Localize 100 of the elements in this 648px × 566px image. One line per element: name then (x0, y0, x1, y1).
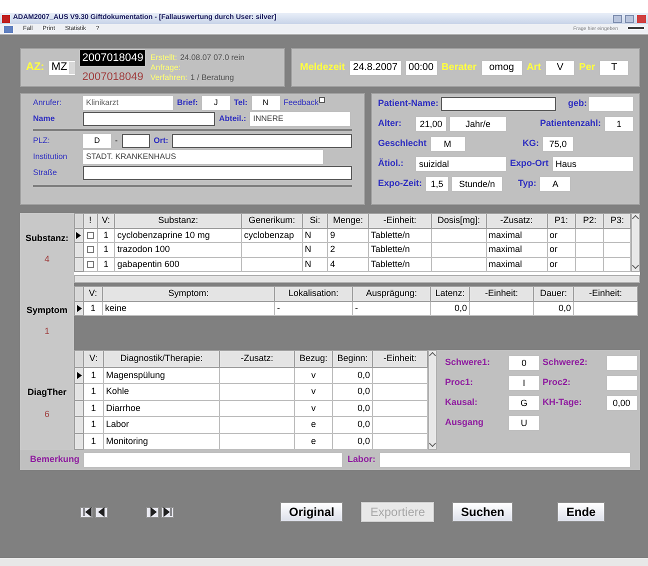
column-header: -Zusatz: (486, 214, 548, 228)
input-field[interactable] (83, 112, 215, 126)
field-label: Institution (33, 151, 68, 163)
action-button[interactable]: Ende (557, 502, 605, 522)
input-field[interactable]: Klinikarzt (83, 96, 173, 110)
input-field[interactable]: INNERE (250, 112, 350, 126)
input-field[interactable] (606, 356, 636, 370)
input-field[interactable] (84, 453, 342, 467)
row-checkbox[interactable] (86, 246, 94, 254)
input-field[interactable]: U (509, 416, 539, 430)
input-field[interactable]: 0 (509, 356, 539, 370)
table-cell: 0,0 (332, 400, 372, 416)
column-header: Symptom: (102, 286, 274, 301)
previous-record-button[interactable] (95, 506, 108, 518)
table-cell: Tablette/n (368, 242, 432, 257)
input-field[interactable] (83, 166, 352, 180)
table-cell: 9 (328, 228, 368, 242)
input-field[interactable]: 75,0 (543, 137, 574, 151)
input-field[interactable] (440, 97, 556, 111)
input-field[interactable]: omog (482, 60, 522, 74)
section-label: Substanz: (25, 232, 68, 244)
input-field[interactable] (589, 97, 633, 111)
previous-record-icon (96, 507, 106, 517)
input-field[interactable]: I (509, 376, 539, 390)
column-header: -Einheit: (470, 286, 534, 301)
table-cell: 0,0 (332, 384, 372, 400)
field-label: Schwere1: (445, 356, 492, 370)
table-cell: 0,0 (332, 367, 372, 384)
section-label: DiagTher (27, 386, 66, 399)
scrollbar[interactable] (428, 350, 437, 450)
input-field[interactable]: suizidal (416, 157, 506, 171)
input-field[interactable] (172, 134, 352, 148)
next-record-button[interactable] (146, 506, 159, 518)
action-button[interactable]: Suchen (452, 502, 514, 522)
column-header: Ausprägung: (352, 286, 430, 301)
column-header: ! (83, 214, 98, 228)
field-label: Verfahren: (150, 72, 188, 82)
input-field[interactable]: A (540, 177, 570, 191)
case-number-field[interactable]: 2007018049 (80, 50, 146, 66)
field-label: AZ: (26, 60, 44, 76)
input-field[interactable]: J (202, 96, 230, 110)
table-cell: Tablette/n (368, 257, 432, 272)
row-checkbox[interactable] (86, 260, 94, 268)
input-field[interactable]: G (509, 396, 539, 410)
prefix-dropdown[interactable]: MZ (49, 60, 76, 74)
table-cell: 1 (97, 257, 115, 272)
table-cell: or (547, 257, 576, 272)
table-cell: Magenspülung (104, 367, 220, 384)
horizontal-scrollbar[interactable] (74, 275, 640, 283)
section-label: Symptom (26, 304, 68, 317)
field-label: Schwere2: (542, 356, 589, 370)
input-field[interactable]: V (546, 60, 574, 74)
input-field[interactable]: Haus (552, 157, 633, 171)
input-field[interactable]: 1,5 (426, 177, 448, 191)
input-field[interactable]: 24.8.2007 (350, 60, 401, 74)
column-header: P1: (547, 214, 576, 228)
field-label: Expo-Ort (510, 157, 549, 170)
action-button[interactable]: Original (280, 502, 344, 522)
column-header: Si: (302, 214, 328, 228)
column-header: Beginn: (332, 350, 372, 367)
table-cell: cyclobenzap (241, 228, 302, 242)
field-label: KG: (522, 137, 540, 150)
minimize-button[interactable] (613, 14, 622, 22)
input-field[interactable] (122, 134, 150, 148)
input-field[interactable]: 21,00 (416, 117, 446, 131)
input-field[interactable]: Stunde/n (452, 177, 502, 191)
row-checkbox[interactable] (86, 232, 94, 239)
input-field[interactable]: 1 (605, 117, 633, 131)
input-field[interactable]: 00:00 (406, 60, 437, 74)
input-field[interactable] (380, 453, 630, 467)
table-cell: N (302, 228, 328, 242)
input-field[interactable]: 0,00 (606, 396, 636, 410)
last-record-button[interactable] (161, 506, 174, 518)
input-field[interactable] (606, 376, 636, 390)
input-field[interactable]: T (600, 60, 628, 74)
scrollbar[interactable] (631, 213, 640, 272)
first-record-button[interactable] (80, 506, 93, 518)
column-header: Menge: (328, 214, 368, 228)
next-record-icon (148, 507, 158, 517)
field-label: Ausgang (445, 416, 485, 430)
column-header: Bezug: (294, 350, 332, 367)
field-label: Feedback (284, 97, 319, 109)
field-label: Erstellt: (150, 52, 178, 62)
input-field[interactable]: STADT. KRANKENHAUS (83, 150, 323, 164)
table-cell: or (547, 228, 576, 242)
table-cell: 1 (97, 228, 115, 242)
table-cell: 1 (84, 301, 102, 316)
input-field[interactable]: N (252, 96, 280, 110)
maximize-button[interactable] (625, 14, 634, 22)
table-cell: 4 (328, 257, 368, 272)
column-header: V: (97, 214, 115, 228)
input-field[interactable]: M (430, 137, 465, 151)
feedback-checkbox[interactable] (318, 97, 325, 103)
close-button[interactable] (637, 14, 646, 22)
input-field[interactable]: D (83, 134, 111, 148)
field-label: PLZ: (33, 135, 51, 147)
input-field[interactable]: Jahr/e (450, 117, 506, 131)
table-cell: maximal (486, 257, 548, 272)
column-header: Dauer: (534, 286, 574, 301)
info-value: 1 / Beratung (190, 72, 234, 82)
